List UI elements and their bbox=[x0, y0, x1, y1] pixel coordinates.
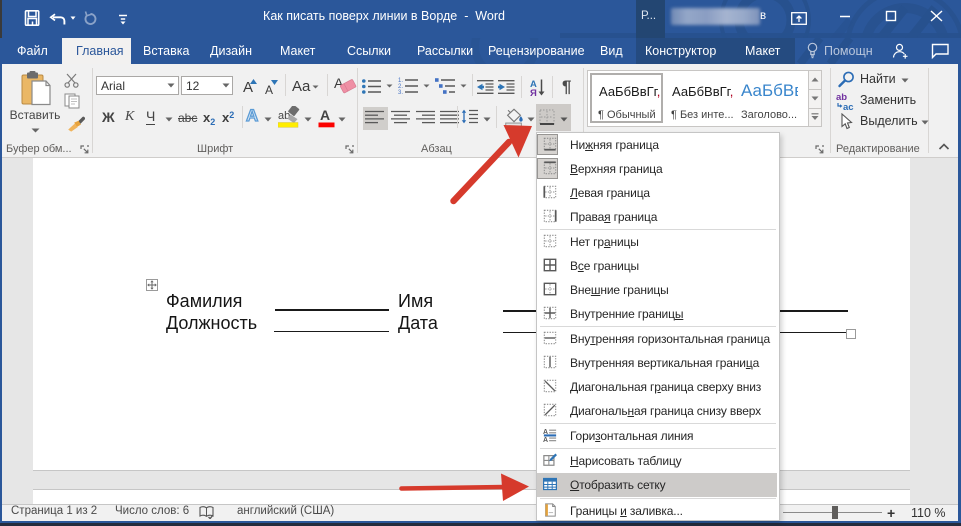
svg-text:A: A bbox=[543, 437, 548, 442]
svg-text:ac: ac bbox=[843, 102, 854, 111]
svg-text:Я: Я bbox=[530, 88, 537, 97]
svg-text:А: А bbox=[320, 107, 330, 123]
svg-text:3.: 3. bbox=[398, 90, 403, 95]
